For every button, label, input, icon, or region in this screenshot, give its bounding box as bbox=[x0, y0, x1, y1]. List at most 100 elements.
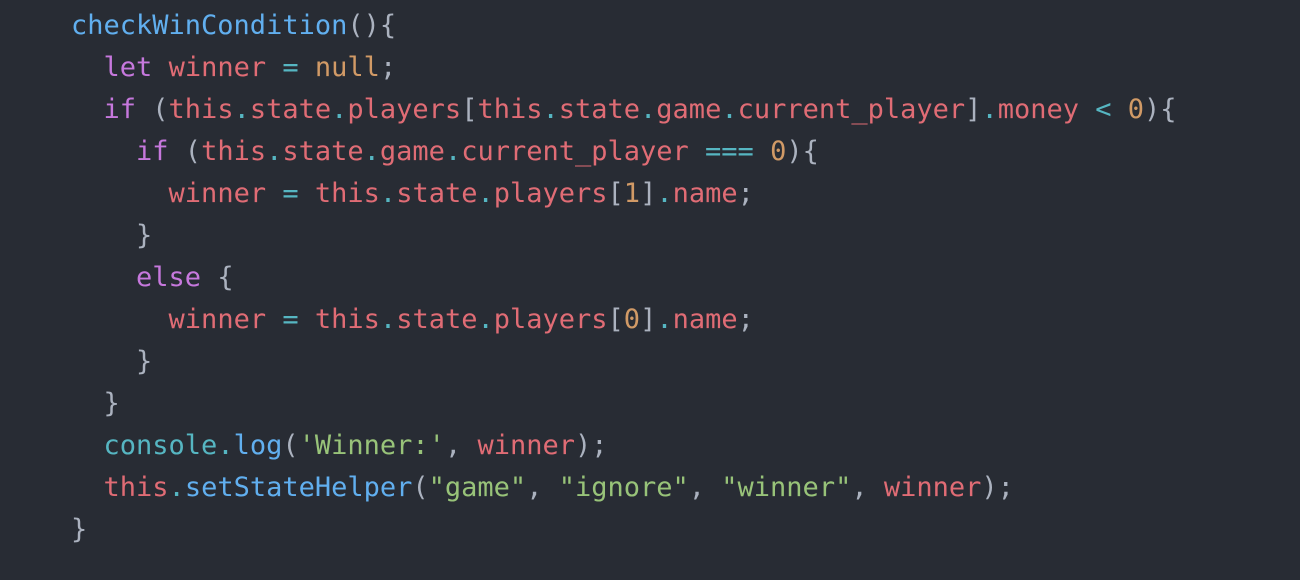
code-line: console.log('Winner:', winner); bbox=[71, 425, 1177, 467]
code-token: [ bbox=[461, 94, 478, 125]
code-block[interactable]: checkWinCondition(){ let winner = null; … bbox=[71, 5, 1177, 551]
code-token: players bbox=[493, 304, 608, 335]
code-token: [ bbox=[607, 304, 624, 335]
code-token: . bbox=[379, 178, 397, 209]
code-token: "ignore" bbox=[558, 472, 689, 503]
code-token: . bbox=[217, 430, 234, 461]
code-token: null bbox=[314, 52, 380, 83]
code-token: === bbox=[705, 136, 754, 167]
code-line: if (this.state.players[this.state.game.c… bbox=[71, 89, 1177, 131]
code-token: ; bbox=[737, 178, 754, 209]
code-line: } bbox=[71, 215, 1177, 257]
code-token: winner bbox=[883, 472, 982, 503]
code-line: this.setStateHelper("game", "ignore", "w… bbox=[71, 467, 1177, 509]
code-editor[interactable]: checkWinCondition(){ let winner = null; … bbox=[0, 0, 1300, 580]
code-token: . bbox=[331, 94, 348, 125]
code-token: < bbox=[1095, 94, 1112, 125]
code-token: (){ bbox=[347, 10, 397, 41]
code-line: } bbox=[71, 383, 1177, 425]
code-token: winner bbox=[168, 178, 267, 209]
code-token: ); bbox=[981, 472, 1014, 503]
code-token: 1 bbox=[623, 178, 641, 209]
code-token: console bbox=[103, 430, 218, 461]
code-token: checkWinCondition bbox=[71, 10, 348, 41]
code-line: if (this.state.game.current_player === 0… bbox=[71, 131, 1177, 173]
code-token: } bbox=[103, 388, 120, 419]
code-token: if bbox=[103, 94, 137, 125]
code-token: if bbox=[136, 136, 169, 167]
code-line: winner = this.state.players[0].name; bbox=[71, 299, 1177, 341]
code-token: , bbox=[444, 430, 478, 461]
code-line: else { bbox=[71, 257, 1177, 299]
code-line: } bbox=[71, 509, 1177, 551]
code-token: = bbox=[282, 304, 299, 335]
code-token: current_player bbox=[737, 94, 966, 125]
code-token: winner bbox=[477, 430, 575, 461]
code-token: . bbox=[656, 178, 673, 209]
code-token: current_player bbox=[461, 136, 689, 167]
code-token: this bbox=[168, 94, 234, 125]
code-token: . bbox=[640, 94, 657, 125]
code-token: this bbox=[314, 304, 380, 335]
code-token: this bbox=[477, 94, 543, 125]
code-token: , bbox=[526, 472, 559, 503]
code-token: name bbox=[672, 304, 738, 335]
code-token: this bbox=[201, 136, 267, 167]
code-token: ( bbox=[136, 94, 169, 125]
code-token: ( bbox=[282, 430, 299, 461]
code-token: , bbox=[851, 472, 884, 503]
code-token: , bbox=[688, 472, 722, 503]
code-token: players bbox=[347, 94, 462, 125]
code-token: ){ bbox=[1144, 94, 1177, 125]
code-token: { bbox=[201, 262, 234, 293]
code-token: 'Winner:' bbox=[298, 430, 445, 461]
code-token: ( bbox=[168, 136, 202, 167]
code-token: players bbox=[493, 178, 608, 209]
code-token: state bbox=[396, 304, 478, 335]
code-token: game bbox=[656, 94, 722, 125]
code-token: winner bbox=[168, 52, 267, 83]
code-token: ( bbox=[412, 472, 429, 503]
code-line: } bbox=[71, 341, 1177, 383]
code-token: . bbox=[379, 304, 397, 335]
code-token: . bbox=[981, 94, 998, 125]
code-line: checkWinCondition(){ bbox=[71, 5, 1177, 47]
code-token: log bbox=[233, 430, 283, 461]
code-token: . bbox=[542, 94, 559, 125]
code-token: this bbox=[314, 178, 380, 209]
code-token: let bbox=[103, 52, 153, 83]
code-token: 0 bbox=[1127, 94, 1145, 125]
code-token: } bbox=[71, 514, 88, 545]
code-token: = bbox=[282, 178, 299, 209]
code-token: 0 bbox=[623, 304, 641, 335]
code-token: money bbox=[997, 94, 1079, 125]
code-token: } bbox=[136, 346, 153, 377]
code-token: state bbox=[249, 94, 332, 125]
code-token: . bbox=[444, 136, 462, 167]
code-token: ; bbox=[379, 52, 397, 83]
code-token: . bbox=[477, 304, 494, 335]
code-token: . bbox=[363, 136, 380, 167]
code-token: 0 bbox=[770, 136, 787, 167]
code-token: . bbox=[266, 136, 283, 167]
code-token: . bbox=[656, 304, 673, 335]
